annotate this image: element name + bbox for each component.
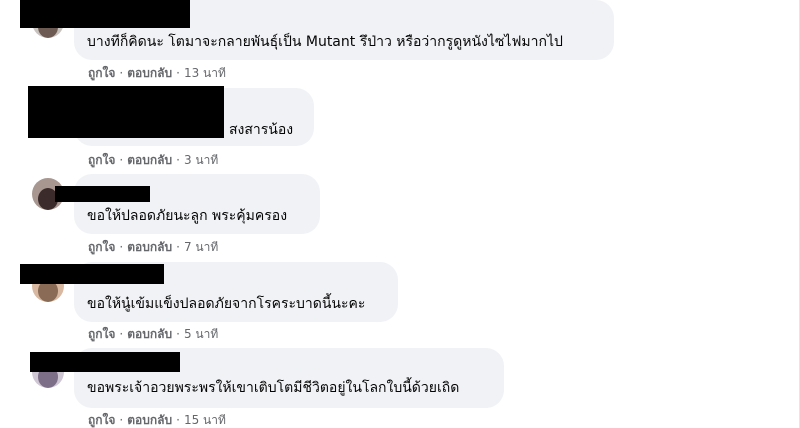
- reply-button[interactable]: ตอบกลับ: [127, 66, 172, 80]
- redacted-author-name: [20, 0, 190, 28]
- comment-item: บางทีก็คิดนะ โตมาจะกลายพันธุ์เป็น Mutant…: [0, 0, 800, 88]
- comment-actions: ถูกใจ · ตอบกลับ · 3 นาที: [88, 153, 219, 167]
- redacted-author-name: [20, 264, 164, 284]
- comment-timestamp[interactable]: 3 นาที: [184, 153, 218, 167]
- comment-timestamp[interactable]: 7 นาที: [184, 240, 218, 254]
- reply-button[interactable]: ตอบกลับ: [127, 240, 172, 254]
- redacted-author-name: [28, 86, 224, 138]
- comment-timestamp[interactable]: 5 นาที: [184, 327, 218, 341]
- redacted-author-name: [30, 352, 180, 372]
- comment-item: ขอให้ปลอดภัยนะลูก พระคุ้มครอง ถูกใจ · ตอบก…: [0, 172, 800, 260]
- comment-actions: ถูกใจ · ตอบกลับ · 5 นาที: [88, 327, 219, 341]
- comment-text: บางทีก็คิดนะ โตมาจะกลายพันธุ์เป็น Mutant…: [87, 34, 563, 50]
- like-button[interactable]: ถูกใจ: [88, 413, 115, 427]
- comment-item: สงสารน้อง ถูกใจ · ตอบกลับ · 3 นาที: [0, 86, 800, 172]
- like-button[interactable]: ถูกใจ: [88, 153, 115, 167]
- comment-actions: ถูกใจ · ตอบกลับ · 15 นาที: [88, 413, 226, 427]
- comment-timestamp[interactable]: 13 นาที: [184, 66, 226, 80]
- like-button[interactable]: ถูกใจ: [88, 240, 115, 254]
- comment-text: ขอให้นู๋เข้มแข็งปลอดภัยจากโรคระบาดนี้นะค…: [87, 296, 366, 312]
- redacted-author-name: [55, 186, 150, 202]
- like-button[interactable]: ถูกใจ: [88, 66, 115, 80]
- comment-text: ขอพระเจ้าอวยพระพรให้เขาเติบโตมีชีวิตอยู่…: [87, 380, 460, 396]
- comment-text: สงสารน้อง: [229, 122, 294, 138]
- reply-button[interactable]: ตอบกลับ: [127, 413, 172, 427]
- comment-item: ขอพระเจ้าอวยพระพรให้เขาเติบโตมีชีวิตอยู่…: [0, 346, 800, 428]
- reply-button[interactable]: ตอบกลับ: [127, 327, 172, 341]
- comment-text: ขอให้ปลอดภัยนะลูก พระคุ้มครอง: [87, 208, 288, 224]
- comment-item: ขอให้นู๋เข้มแข็งปลอดภัยจากโรคระบาดนี้นะค…: [0, 258, 800, 346]
- comment-bubble: [74, 174, 320, 234]
- comment-timestamp[interactable]: 15 นาที: [184, 413, 226, 427]
- comment-actions: ถูกใจ · ตอบกลับ · 7 นาที: [88, 240, 219, 254]
- comment-actions: ถูกใจ · ตอบกลับ · 13 นาที: [88, 66, 226, 80]
- like-button[interactable]: ถูกใจ: [88, 327, 115, 341]
- reply-button[interactable]: ตอบกลับ: [127, 153, 172, 167]
